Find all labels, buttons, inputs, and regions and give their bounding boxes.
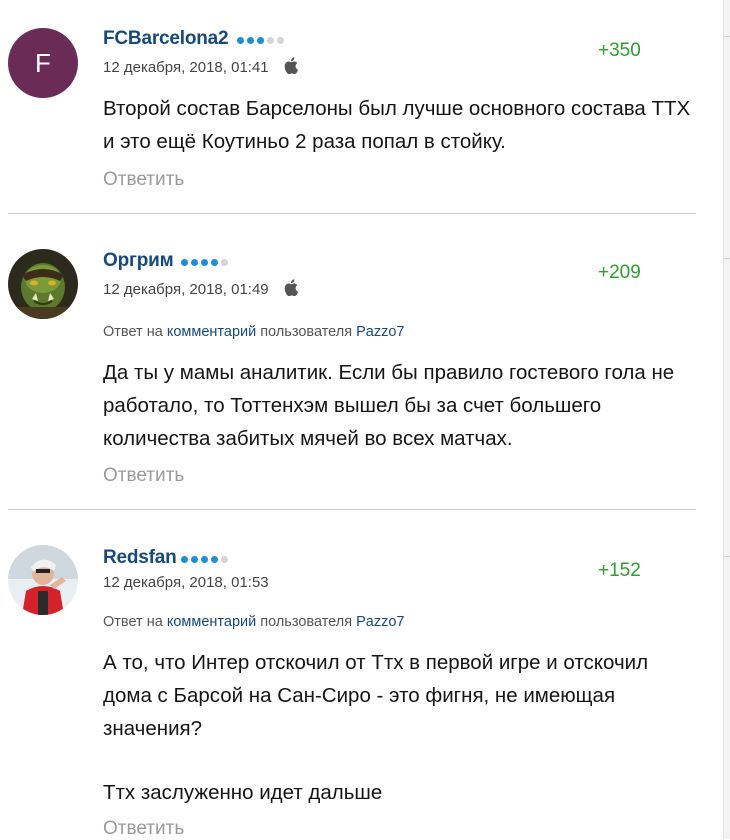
user-rating-dots (181, 556, 228, 563)
reply-prefix: Ответ на (103, 614, 163, 630)
scrollbar-tick (724, 556, 730, 557)
vote-count[interactable]: +152 (598, 560, 641, 582)
comment-item: Redsfan 12 декабря, 2018, 01:53 +152 Отв… (0, 0, 700, 839)
reply-middle: пользователя (260, 614, 353, 630)
scrollbar-tick (724, 36, 730, 37)
scrollbar-tick (724, 258, 730, 259)
parent-comment-link[interactable]: комментарий (167, 614, 256, 630)
reply-button[interactable]: Ответить (103, 818, 184, 840)
comment-text: А то, что Интер отскочил от Ттх в первой… (103, 651, 649, 740)
parent-user-link[interactable]: Pazzo7 (356, 614, 404, 630)
avatar-photo (8, 545, 78, 615)
comment-text: Ттх заслуженно идет дальше (103, 781, 383, 804)
scrollbar-track[interactable] (723, 0, 730, 839)
reply-reference: Ответ на комментарий пользователя Pazzo7 (103, 614, 404, 630)
avatar[interactable] (8, 545, 78, 615)
comment-date: 12 декабря, 2018, 01:53 (103, 574, 269, 591)
username-link[interactable]: Redsfan (103, 547, 177, 569)
